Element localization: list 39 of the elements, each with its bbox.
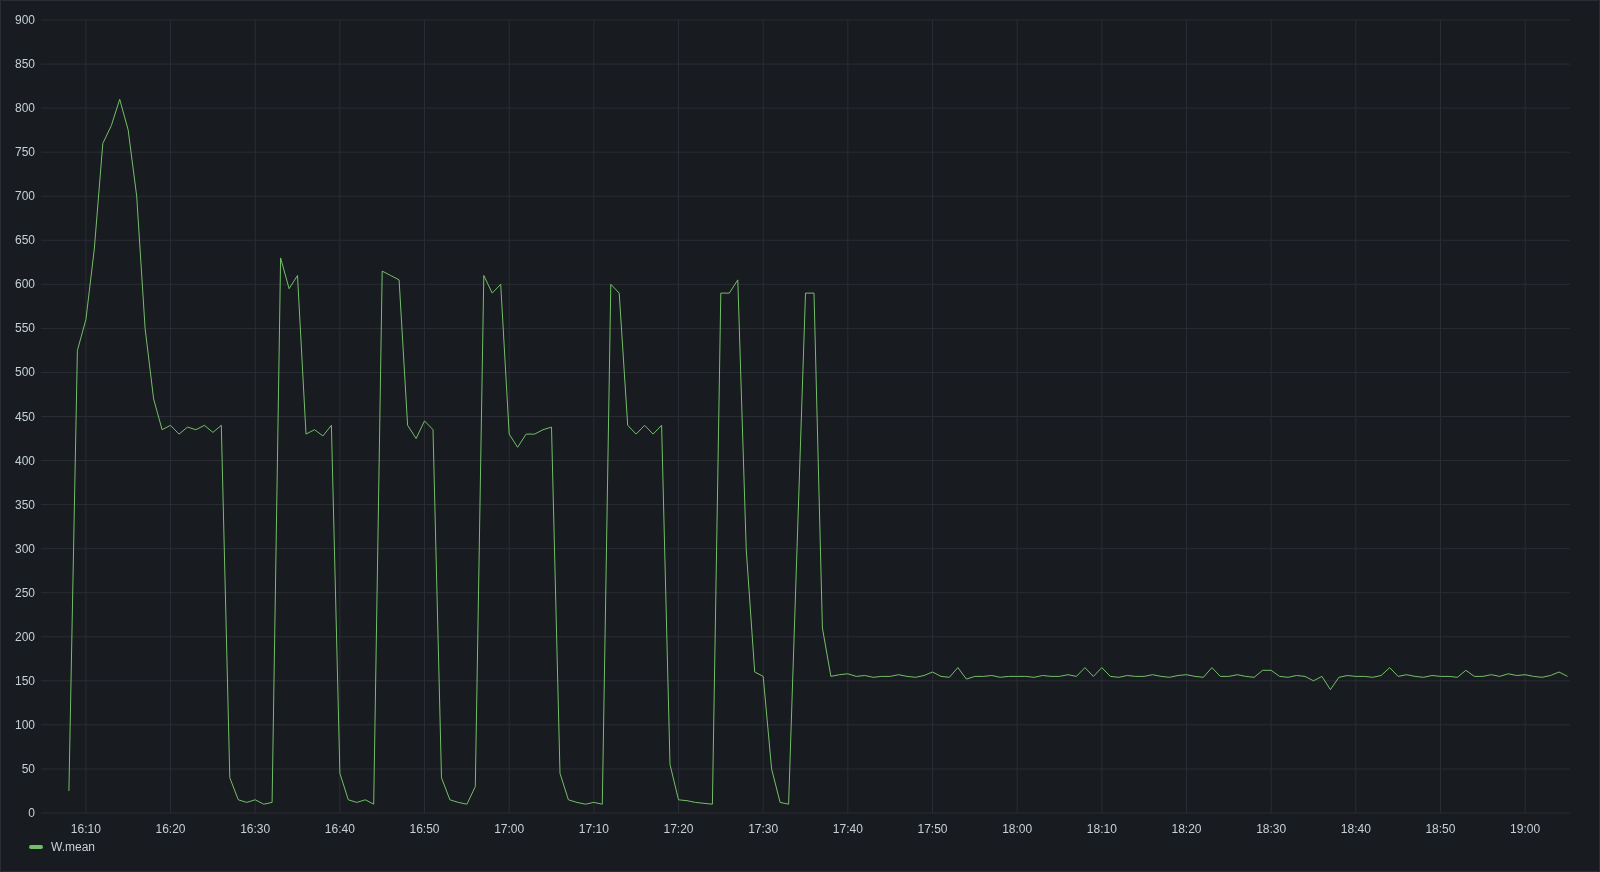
y-tick-label: 800: [14, 101, 35, 116]
y-tick-label: 200: [14, 629, 35, 644]
y-tick-label: 400: [14, 453, 35, 468]
x-tick-label: 16:40: [324, 822, 355, 836]
x-tick-label: 18:50: [1425, 822, 1456, 836]
x-tick-label: 16:50: [409, 822, 440, 836]
x-tick-label: 16:20: [155, 822, 186, 836]
x-tick-label: 19:00: [1510, 822, 1541, 836]
y-tick-label: 150: [14, 673, 35, 688]
y-tick-label: 300: [14, 541, 35, 556]
y-tick-label: 750: [14, 145, 35, 160]
x-tick-label: 18:30: [1256, 822, 1287, 836]
x-tick-label: 18:10: [1086, 822, 1117, 836]
y-tick-label: 700: [14, 189, 35, 204]
y-tick-label: 100: [14, 717, 35, 732]
x-tick-label: 16:10: [70, 822, 101, 836]
x-tick-label: 18:20: [1171, 822, 1202, 836]
x-tick-label: 18:00: [1002, 822, 1033, 836]
x-tick-label: 16:30: [240, 822, 271, 836]
y-tick-label: 250: [14, 585, 35, 600]
y-tick-label: 50: [21, 761, 35, 776]
y-tick-label: 650: [14, 233, 35, 248]
y-tick-label: 0: [28, 806, 35, 820]
y-tick-label: 550: [14, 321, 35, 336]
x-tick-label: 17:00: [494, 822, 525, 836]
x-tick-label: 18:40: [1340, 822, 1371, 836]
x-tick-label: 17:10: [578, 822, 609, 836]
y-tick-label: 350: [14, 497, 35, 512]
y-tick-label: 600: [14, 277, 35, 292]
x-tick-label: 17:50: [917, 822, 948, 836]
legend-label: W.mean: [51, 839, 95, 855]
x-tick-label: 17:40: [832, 822, 863, 836]
y-tick-label: 850: [14, 57, 35, 72]
legend-item[interactable]: W.mean: [29, 839, 95, 855]
x-tick-label: 17:20: [663, 822, 694, 836]
y-tick-label: 900: [14, 13, 35, 27]
x-tick-label: 17:30: [748, 822, 779, 836]
y-tick-label: 450: [14, 409, 35, 424]
y-tick-label: 500: [14, 365, 35, 380]
